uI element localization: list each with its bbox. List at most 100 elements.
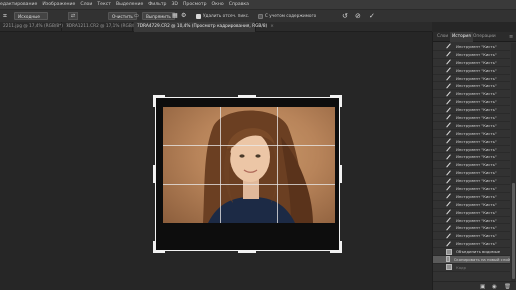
history-item[interactable]: Инструмент "Кисть" — [433, 169, 510, 178]
reset-icon[interactable]: ↺ — [342, 12, 348, 20]
history-item[interactable]: Инструмент "Кисть" — [433, 106, 510, 115]
brush-icon — [446, 75, 452, 81]
crop-handle-bottom-left[interactable] — [153, 241, 165, 253]
camera-icon[interactable]: ◉ — [492, 284, 497, 290]
menu-item[interactable]: Окно — [209, 2, 226, 7]
tab-label: 7DRA4729.CR2 @ 10,4% (Просмотр кадрирова… — [137, 24, 268, 29]
close-icon[interactable]: × — [270, 24, 274, 29]
brush-icon — [446, 91, 452, 97]
panel-menu-icon[interactable]: ≡ — [507, 32, 515, 42]
crop-frame[interactable] — [153, 95, 342, 253]
history-item[interactable]: Инструмент "Кисть" — [433, 193, 510, 201]
history-item-label: Инструмент "Кисть" — [456, 43, 497, 49]
history-item[interactable]: Скопировать на новый слой — [433, 256, 510, 264]
content-aware-checkbox[interactable] — [258, 14, 263, 19]
brush-icon — [446, 209, 452, 215]
clear-button[interactable]: Очистить — [108, 12, 137, 20]
brush-icon — [446, 217, 452, 223]
tab-doc-3-active[interactable]: 7DRA4729.CR2 @ 10,4% (Просмотр кадрирова… — [134, 22, 274, 32]
menu-item[interactable]: Текст — [95, 2, 114, 7]
menu-item[interactable]: Слои — [78, 2, 95, 7]
history-item[interactable]: Инструмент "Кисть" — [433, 82, 510, 91]
crop-handle-top[interactable] — [238, 95, 256, 98]
history-item[interactable]: Инструмент "Кисть" — [433, 224, 510, 233]
history-item[interactable]: Инструмент "Кисть" — [433, 75, 510, 83]
straighten-icon[interactable]: ▭ — [134, 12, 139, 20]
tab-history[interactable]: История — [450, 32, 473, 42]
history-item[interactable]: Инструмент "Кисть" — [433, 209, 510, 217]
history-item[interactable]: Инструмент "Кисть" — [433, 217, 510, 225]
history-item[interactable]: Инструмент "Кисть" — [433, 240, 510, 249]
history-item[interactable]: Инструмент "Кисть" — [433, 43, 510, 51]
trash-icon[interactable]: 🗑 — [504, 284, 511, 290]
menu-item[interactable]: едактирование — [0, 2, 40, 7]
history-item[interactable]: Инструмент "Кисть" — [433, 153, 510, 162]
history-item-label: Инструмент "Кисть" — [456, 59, 497, 65]
menu-item[interactable]: Выделение — [113, 2, 145, 7]
menu-item[interactable]: Фильтр — [146, 2, 169, 7]
history-item-label: Инструмент "Кисть" — [456, 114, 497, 120]
document-tabs: 2211.jpg @ 17,4% (RGB/8*) × 7DRA1211.CR2 … — [0, 22, 432, 32]
cancel-icon[interactable]: ⊘ — [355, 12, 361, 20]
history-scrollbar[interactable] — [511, 43, 516, 281]
ratio-select[interactable]: Исходные — [14, 12, 48, 20]
straighten-button[interactable]: Выпрямить — [142, 12, 175, 20]
brush-icon — [446, 107, 452, 113]
history-item-label: Инструмент "Кисть" — [456, 138, 497, 144]
history-item-label: Инструмент "Кисть" — [456, 178, 497, 184]
canvas-area[interactable] — [0, 32, 432, 290]
history-item-label: Инструмент "Кисть" — [456, 185, 497, 191]
history-item-label: Инструмент "Кисть" — [456, 233, 497, 239]
history-item[interactable]: Инструмент "Кисть" — [433, 122, 510, 130]
menu-item[interactable]: Просмотр — [180, 2, 209, 7]
crop-handle-bottom[interactable] — [238, 250, 256, 253]
commit-check-icon[interactable]: ✓ — [369, 12, 375, 20]
history-item[interactable]: Кадр — [433, 264, 510, 272]
history-item[interactable]: Инструмент "Кисть" — [433, 90, 510, 99]
brush-icon — [446, 122, 452, 128]
tab-label: 2211.jpg @ 17,4% (RGB/8*) — [3, 24, 63, 29]
tab-layers[interactable]: Слои — [435, 32, 450, 42]
history-panel: Слои История Операции ≡ Инструмент "Кист… — [432, 32, 516, 290]
history-item[interactable]: Инструмент "Кисть" — [433, 177, 510, 186]
history-item[interactable]: Инструмент "Кисть" — [433, 130, 510, 138]
overlay-grid-icon[interactable]: ▦ — [172, 12, 178, 20]
history-item[interactable]: Инструмент "Кисть" — [433, 51, 510, 59]
menu-item[interactable]: 3D — [169, 2, 180, 7]
delete-cropped-checkbox[interactable] — [196, 14, 201, 19]
crop-tool-icon[interactable]: ⌗ — [3, 12, 7, 20]
history-item[interactable]: Инструмент "Кисть" — [433, 161, 510, 170]
history-item[interactable]: Инструмент "Кисть" — [433, 59, 510, 67]
brush-icon — [446, 193, 452, 199]
brush-icon — [446, 162, 452, 168]
crop-handle-top-right[interactable] — [330, 95, 342, 107]
tab-doc-2[interactable]: 7DRA1211.CR2 @ 17,1% (RGB/8)× — [63, 22, 144, 32]
tab-actions[interactable]: Операции — [471, 32, 498, 42]
menu-item[interactable]: Изображение — [40, 2, 78, 7]
history-item[interactable]: Инструмент "Кисть" — [433, 67, 510, 75]
tab-doc-1[interactable]: 2211.jpg @ 17,4% (RGB/8*) × — [0, 22, 70, 32]
history-item[interactable]: Инструмент "Кисть" — [433, 185, 510, 193]
crop-handle-top-left[interactable] — [153, 95, 165, 107]
history-item[interactable]: Инструмент "Кисть" — [433, 201, 510, 209]
history-item[interactable]: Инструмент "Кисть" — [433, 138, 510, 146]
history-item[interactable]: Инструмент "Кисть" — [433, 232, 510, 241]
crop-handle-left[interactable] — [153, 165, 156, 183]
history-item[interactable]: Инструмент "Кисть" — [433, 146, 510, 154]
crop-icon — [446, 264, 452, 271]
settings-gear-icon[interactable]: ⚙ — [181, 12, 186, 20]
brush-icon — [446, 178, 452, 184]
history-item[interactable]: Инструмент "Кисть" — [433, 114, 510, 122]
history-item-label: Инструмент "Кисть" — [456, 130, 497, 136]
history-item[interactable]: Объединить видимые — [433, 248, 510, 257]
crop-handle-bottom-right[interactable] — [330, 241, 342, 253]
brush-icon — [446, 201, 452, 207]
new-snapshot-icon[interactable]: ▣ — [480, 284, 485, 290]
menu-item[interactable]: Справка — [226, 2, 251, 7]
brush-icon — [446, 59, 452, 65]
history-item[interactable]: Инструмент "Кисть" — [433, 98, 510, 107]
brush-icon — [446, 51, 452, 57]
crop-handle-right[interactable] — [339, 165, 342, 183]
scroll-thumb[interactable] — [512, 183, 515, 279]
swap-dimensions-button[interactable]: ⇄ — [68, 12, 78, 20]
